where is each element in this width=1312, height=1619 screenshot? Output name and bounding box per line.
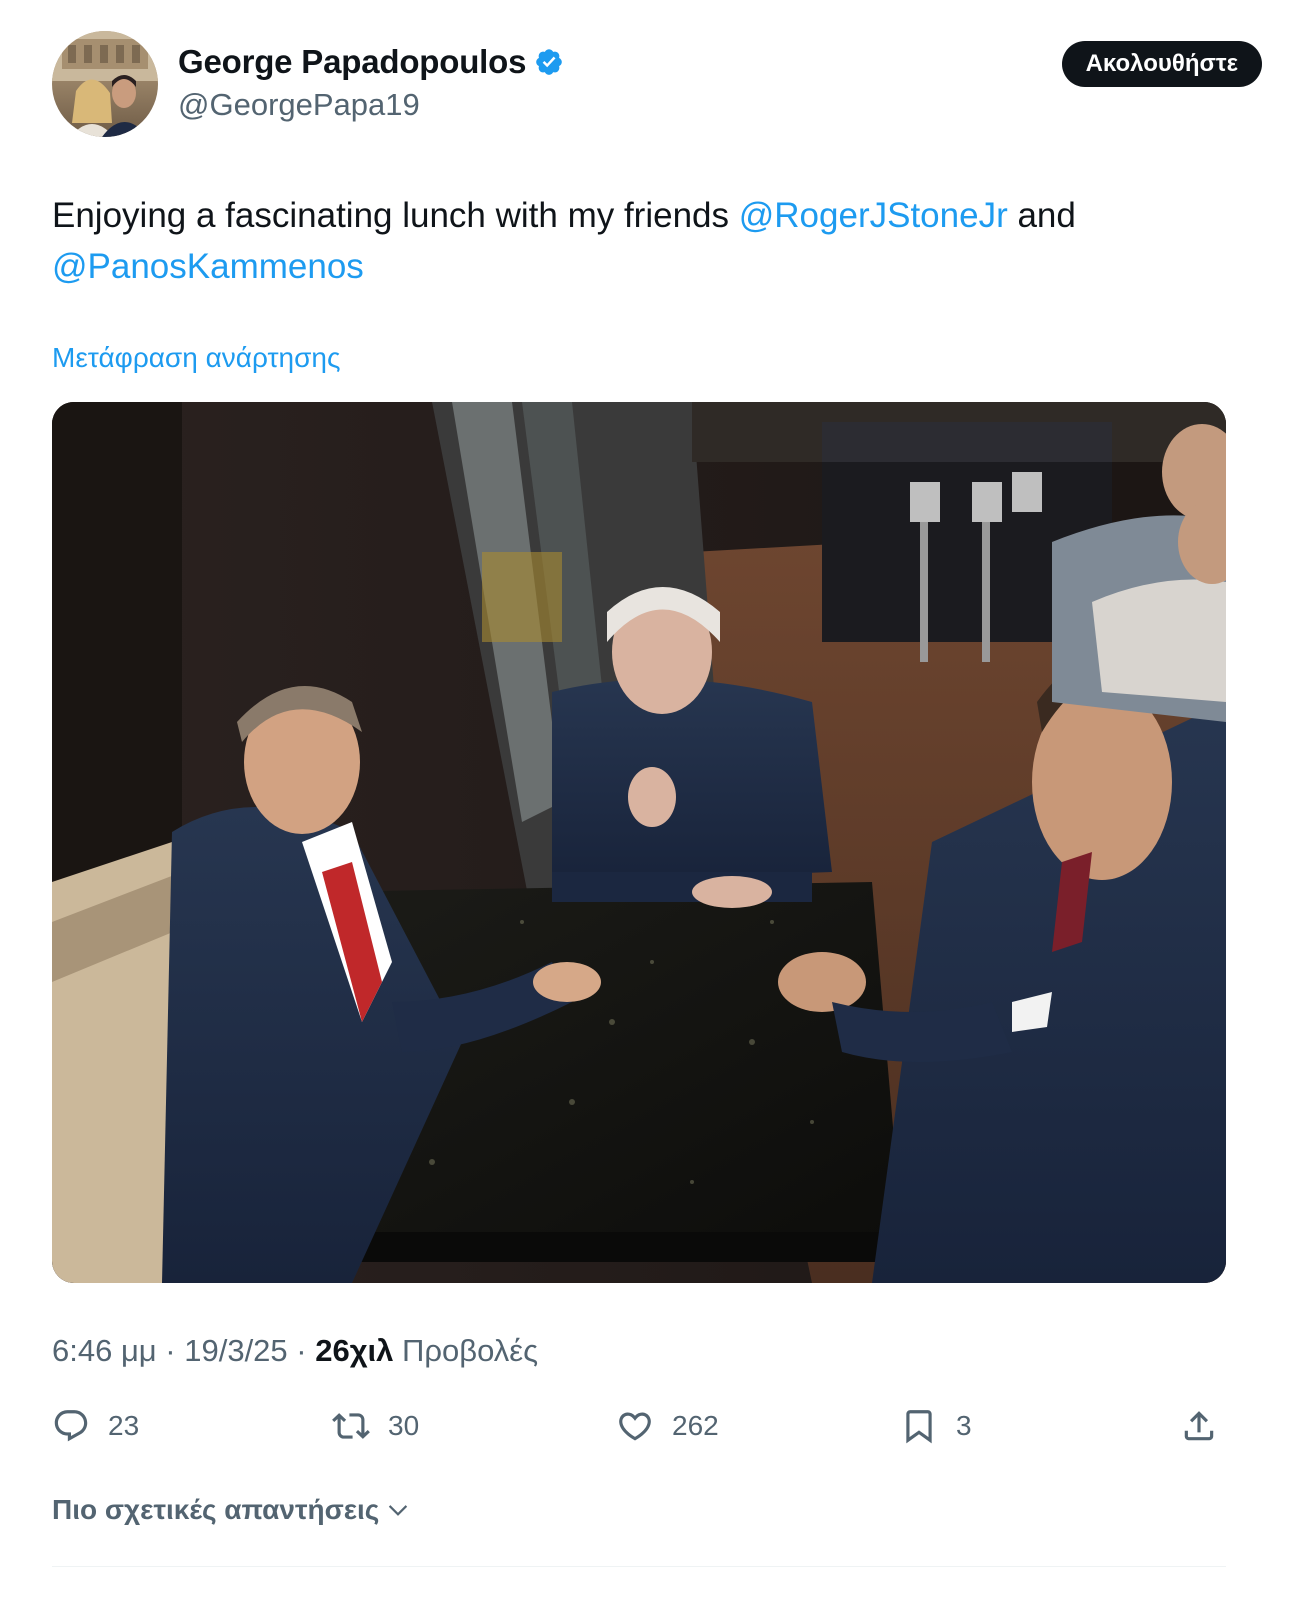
views-count: 26χιλ <box>315 1333 394 1368</box>
mention-link-roger[interactable]: @RogerJStoneJr <box>739 196 1008 235</box>
tweet-photo[interactable] <box>52 402 1226 1283</box>
reply-sort-dropdown[interactable]: Πιο σχετικές απαντήσεις <box>52 1494 411 1526</box>
chevron-down-icon <box>389 1505 408 1516</box>
divider <box>52 1566 1226 1567</box>
reply-button[interactable]: 23 <box>52 1400 139 1452</box>
heart-icon <box>619 1412 651 1441</box>
author-names: George Papadopoulos @GeorgePapa19 <box>178 41 564 123</box>
translate-post-link[interactable]: Μετάφραση ανάρτησης <box>52 342 340 374</box>
bookmark-count: 3 <box>956 1410 972 1441</box>
reply-icon <box>54 1410 88 1442</box>
tweet-text-start: Enjoying a fascinating lunch with my fri… <box>52 196 739 235</box>
bookmark-button[interactable]: 3 <box>900 1400 972 1452</box>
tweet-header: George Papadopoulos @GeorgePapa19 Ακολου… <box>52 31 1262 137</box>
display-name-row: George Papadopoulos <box>178 41 564 83</box>
meta-separator: · <box>156 1333 185 1368</box>
bookmark-icon <box>906 1410 932 1444</box>
tweet-time[interactable]: 6:46 μμ <box>52 1333 157 1368</box>
views-label: Προβολές <box>393 1333 539 1368</box>
reply-sort-label: Πιο σχετικές απαντήσεις <box>52 1494 380 1525</box>
tweet-text-middle: and <box>1007 196 1076 235</box>
tweet-text: Enjoying a fascinating lunch with my fri… <box>52 190 1242 292</box>
tweet-actions: 23 30 262 3 <box>52 1400 1226 1452</box>
author-display-name[interactable]: George Papadopoulos <box>178 43 526 81</box>
follow-button[interactable]: Ακολουθήστε <box>1061 41 1262 87</box>
verified-badge-icon <box>534 47 564 77</box>
share-button[interactable] <box>1180 1400 1218 1452</box>
repost-button[interactable]: 30 <box>332 1400 419 1452</box>
tweet-date[interactable]: 19/3/25 <box>184 1333 287 1368</box>
like-count: 262 <box>672 1410 719 1441</box>
meta-separator: · <box>287 1333 316 1368</box>
author-handle[interactable]: @GeorgePapa19 <box>178 87 564 123</box>
share-icon <box>1184 1411 1214 1441</box>
tweet-meta: 6:46 μμ · 19/3/25 · 26χιλ Προβολές <box>52 1333 538 1369</box>
reply-count: 23 <box>108 1410 140 1441</box>
repost-icon <box>332 1413 370 1439</box>
repost-count: 30 <box>388 1410 420 1441</box>
mention-link-panos[interactable]: @PanosKammenos <box>52 247 364 286</box>
avatar[interactable] <box>52 31 158 137</box>
like-button[interactable]: 262 <box>616 1400 719 1452</box>
